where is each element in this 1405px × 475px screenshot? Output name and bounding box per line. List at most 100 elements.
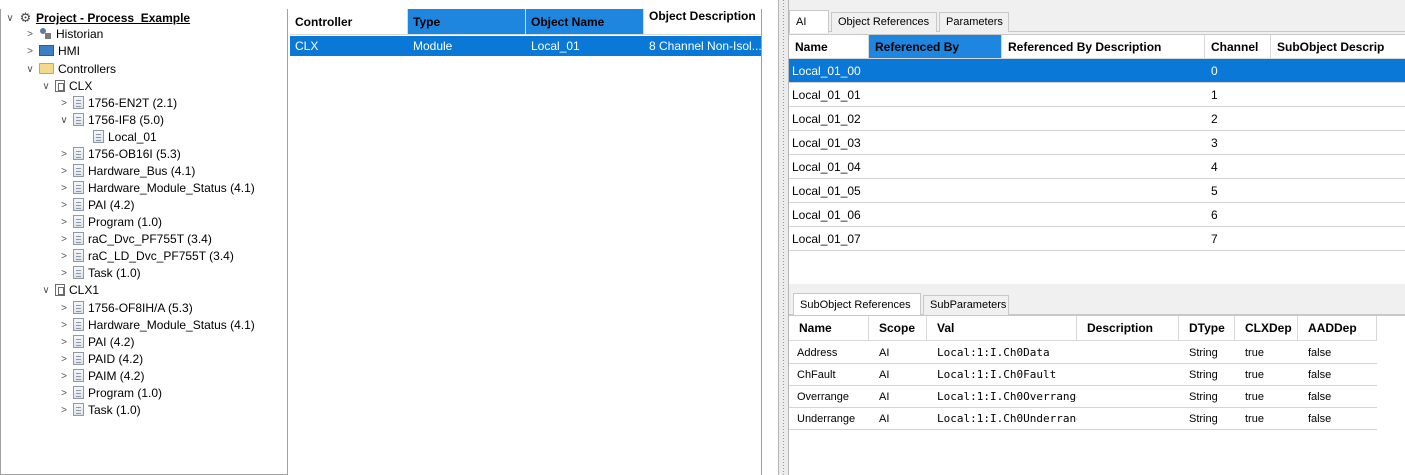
column-header-clxdep[interactable]: CLXDep [1235, 316, 1298, 341]
module-icon [73, 147, 84, 161]
column-header-subobject-description[interactable]: SubObject Descrip [1271, 35, 1405, 59]
tree-item-module[interactable]: ∨ 1756-IF8 (5.0) [57, 112, 164, 129]
table-row[interactable]: ChFault AI Local:1:I.Ch0Fault String tru… [789, 364, 1377, 386]
tree-item-module[interactable]: > PAI (4.2) [57, 334, 134, 351]
chevron-right-icon[interactable]: > [57, 368, 71, 385]
table-row[interactable]: Local_01_05 5 [789, 179, 1405, 203]
tree-item-module[interactable]: > Hardware_Bus (4.1) [57, 163, 195, 180]
column-header-aaddep[interactable]: AADDep [1298, 316, 1377, 341]
chevron-right-icon[interactable]: > [57, 146, 71, 163]
chevron-right-icon[interactable]: > [57, 214, 71, 231]
tree-item-module[interactable]: > Task (1.0) [57, 402, 141, 419]
table-row[interactable]: Local_01_07 7 [789, 227, 1405, 251]
chevron-right-icon[interactable]: > [57, 300, 71, 317]
cell-channel: 1 [1211, 88, 1218, 102]
chevron-right-icon[interactable]: > [57, 402, 71, 419]
tree-item-label: raC_LD_Dvc_PF755T (3.4) [88, 249, 234, 263]
tree-item-module[interactable]: > Hardware_Module_Status (4.1) [57, 317, 255, 334]
tree-item-module[interactable]: > PAIM (4.2) [57, 368, 144, 385]
chevron-right-icon[interactable]: > [57, 265, 71, 282]
table-row[interactable]: Local_01_00 0 [789, 59, 1405, 83]
cell-name: Local_01_03 [792, 136, 861, 150]
cell-description [1077, 408, 1179, 430]
tree-item-historian[interactable]: > Historian [23, 26, 103, 43]
tree-item-module[interactable]: > Program (1.0) [57, 385, 162, 402]
column-header-referenced-by-description[interactable]: Referenced By Description [1002, 35, 1205, 59]
tree-item-module[interactable]: >1756-OB16I (5.3) [57, 146, 181, 163]
table-row[interactable]: Address AI Local:1:I.Ch0Data String true… [789, 342, 1377, 364]
column-header-dtype[interactable]: DType [1179, 316, 1235, 341]
table-row[interactable]: Overrange AI Local:1:I.Ch0Overrange Stri… [789, 386, 1377, 408]
cell-val: Local:1:I.Ch0Underrange [937, 412, 1077, 425]
table-row[interactable]: Local_01_03 3 [789, 131, 1405, 155]
tree-item-module[interactable]: > Program (1.0) [57, 214, 162, 231]
tab-subparameters[interactable]: SubParameters [923, 295, 1009, 315]
chevron-right-icon[interactable]: > [57, 231, 71, 248]
tab-ai[interactable]: AI [789, 10, 829, 33]
tree-item-local-01[interactable]: Local_01 [77, 129, 157, 146]
table-row[interactable]: Local_01_06 6 [789, 203, 1405, 227]
tree-item-module[interactable]: > raC_Dvc_PF755T (3.4) [57, 231, 212, 248]
table-row[interactable]: Local_01_04 4 [789, 155, 1405, 179]
chevron-right-icon[interactable]: > [57, 385, 71, 402]
tab-subobject-references[interactable]: SubObject References [793, 293, 921, 316]
column-header-val[interactable]: Val [927, 316, 1077, 341]
pane-splitter[interactable] [778, 0, 789, 475]
tab-parameters[interactable]: Parameters [939, 12, 1009, 32]
column-header-controller[interactable]: Controller [290, 9, 408, 35]
chevron-down-icon[interactable]: ∨ [23, 61, 37, 78]
chevron-right-icon[interactable]: > [57, 197, 71, 214]
tree-item-clx1[interactable]: ∨ CLX1 [39, 282, 99, 299]
cell-aaddep: false [1308, 391, 1332, 403]
tree-item-label: Historian [56, 27, 104, 41]
column-header-channel[interactable]: Channel [1205, 35, 1271, 59]
chevron-right-icon[interactable]: > [57, 180, 71, 197]
project-tree[interactable]: ∨ ⚙ Project - Process_Example > Historian >… [0, 9, 288, 475]
tree-item-module[interactable]: >1756-OF8IH/A (5.3) [57, 300, 193, 317]
tree-item-controllers[interactable]: ∨ Controllers [23, 61, 116, 78]
chevron-down-icon[interactable]: ∨ [39, 78, 53, 95]
chevron-down-icon[interactable]: ∨ [57, 112, 71, 129]
chevron-right-icon[interactable]: > [57, 248, 71, 265]
tree-item-module[interactable]: > raC_LD_Dvc_PF755T (3.4) [57, 248, 234, 265]
chevron-down-icon[interactable]: ∨ [3, 10, 17, 27]
tree-item-module[interactable]: > PAID (4.2) [57, 351, 143, 368]
table-row[interactable]: Underrange AI Local:1:I.Ch0Underrange St… [789, 408, 1377, 430]
tree-item-module[interactable]: > Task (1.0) [57, 265, 141, 282]
tree-item-module[interactable]: >1756-EN2T (2.1) [57, 95, 177, 112]
tab-object-references[interactable]: Object References [831, 12, 937, 32]
chevron-right-icon[interactable]: > [57, 163, 71, 180]
chevron-right-icon[interactable]: > [23, 43, 37, 60]
cell-aaddep: false [1308, 369, 1332, 381]
column-header-name[interactable]: Name [789, 316, 869, 341]
column-header-scope[interactable]: Scope [869, 316, 927, 341]
table-row[interactable]: Local_01_02 2 [789, 107, 1405, 131]
cell-aaddep: false [1308, 347, 1332, 359]
table-row[interactable]: CLX Module Local_01 8 Channel Non-Isol..… [290, 36, 761, 56]
column-header-name[interactable]: Name [789, 35, 869, 59]
tree-item-label: Local_01 [108, 130, 157, 144]
chevron-right-icon[interactable]: > [23, 26, 37, 43]
tree-item-label: HMI [58, 44, 80, 58]
tree-item-module[interactable]: > PAI (4.2) [57, 197, 134, 214]
column-header-type[interactable]: Type [408, 9, 526, 35]
column-header-referenced-by[interactable]: Referenced By [869, 35, 1002, 59]
column-header-description[interactable]: Description [1077, 316, 1179, 341]
chevron-right-icon[interactable]: > [57, 95, 71, 112]
object-grid[interactable]: Controller Type Object Name Object Descr… [290, 9, 762, 475]
column-header-object-description[interactable]: Object Description [644, 9, 761, 35]
chevron-right-icon[interactable]: > [57, 334, 71, 351]
ai-grid[interactable]: Name Referenced By Referenced By Descrip… [789, 34, 1405, 284]
table-row[interactable]: Local_01_01 1 [789, 83, 1405, 107]
tree-item-module[interactable]: > Hardware_Module_Status (4.1) [57, 180, 255, 197]
tree-root[interactable]: ∨ ⚙ Project - Process_Example [3, 10, 190, 27]
subobject-grid[interactable]: Name Scope Val Description DType CLXDep … [789, 315, 1405, 475]
tree-item-clx[interactable]: ∨ CLX [39, 78, 92, 95]
cell-name: Local_01_07 [792, 232, 861, 246]
chevron-right-icon[interactable]: > [57, 351, 71, 368]
chevron-right-icon[interactable]: > [57, 317, 71, 334]
cell-val: Local:1:I.Ch0Fault [937, 368, 1057, 381]
column-header-object-name[interactable]: Object Name [526, 9, 644, 35]
tree-item-hmi[interactable]: > HMI [23, 43, 80, 60]
chevron-down-icon[interactable]: ∨ [39, 282, 53, 299]
